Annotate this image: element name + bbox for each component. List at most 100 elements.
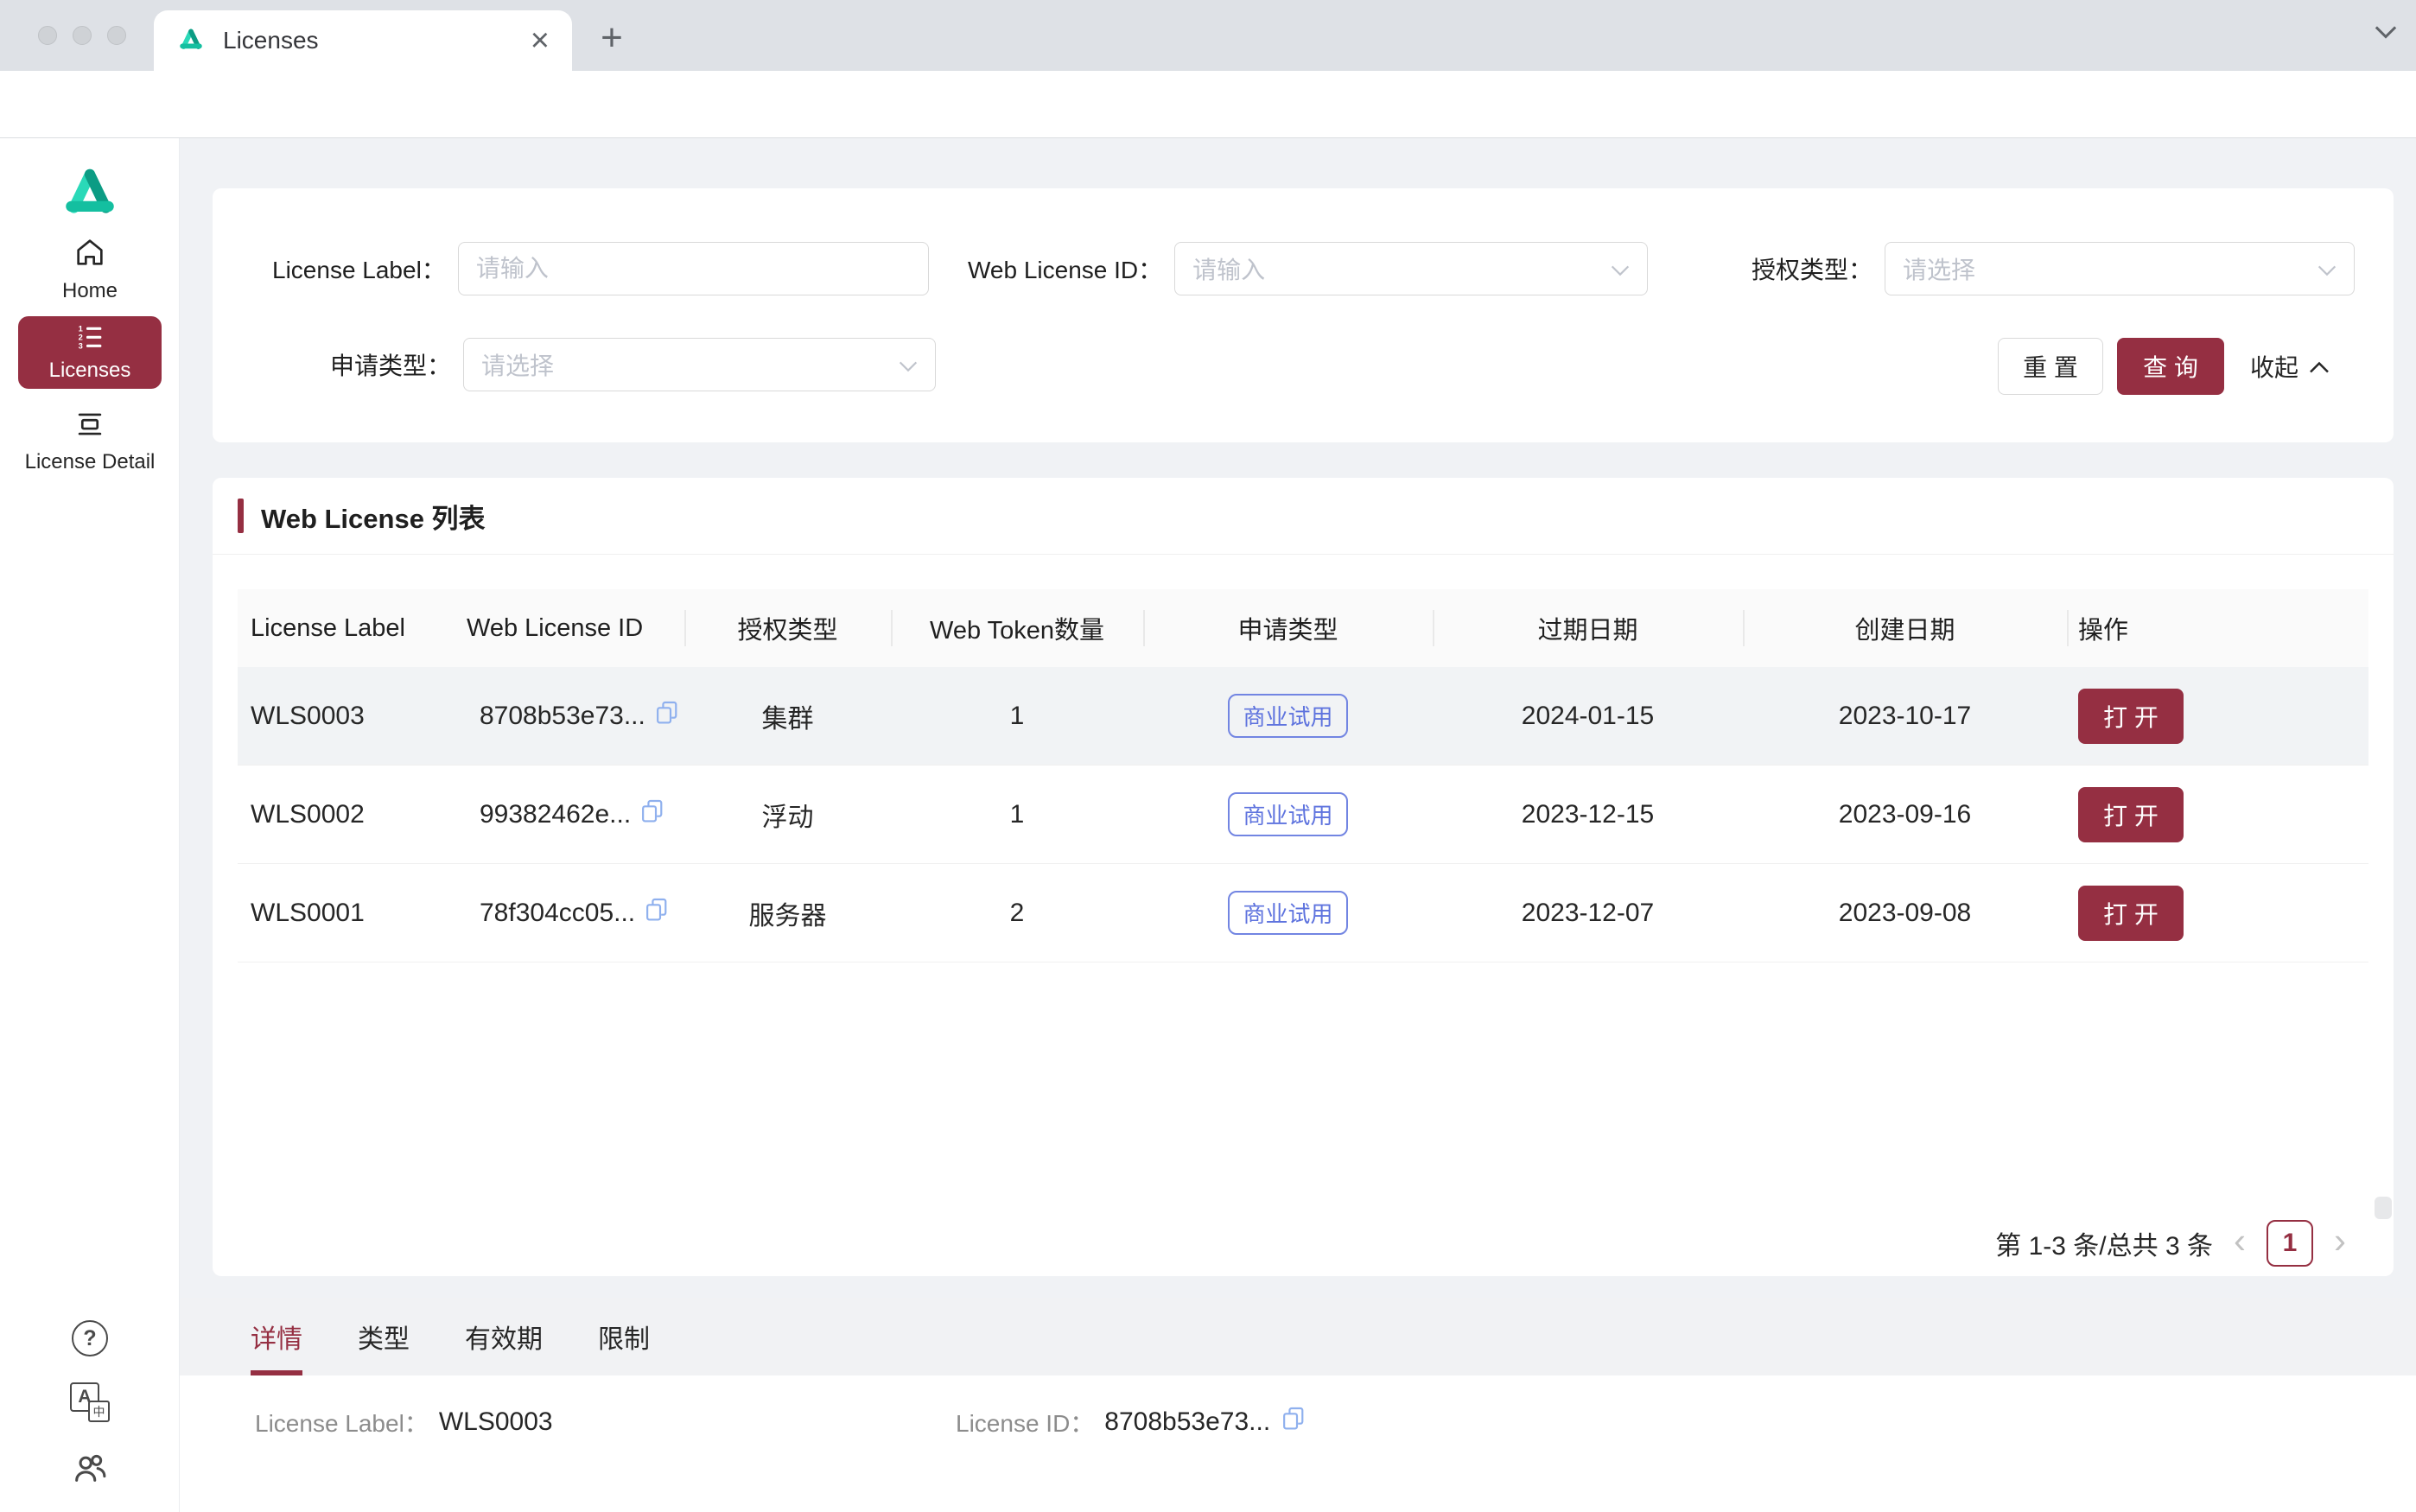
apply-type-select[interactable]: 请选择 (463, 338, 936, 391)
auth-type-field-label: 授权类型： (1752, 251, 1872, 286)
cell-license-label: WLS0002 (238, 800, 467, 829)
detail-license-label: License Label： WLS0003 (255, 1405, 553, 1439)
next-page-icon[interactable]: › (2334, 1223, 2346, 1264)
cell-apply-type: 商业试用 (1143, 891, 1433, 935)
cell-web-license-id: 78f304cc05... (467, 896, 684, 931)
col-token-count: Web Token数量 (891, 589, 1143, 667)
sidebar-item-license-detail[interactable]: License Detail (0, 408, 180, 474)
cell-expire-date: 2023-12-07 (1433, 899, 1743, 928)
ordered-list-icon: 123 (76, 322, 104, 354)
main-content: License Label： Web License ID： 请输入 授权类型：… (180, 138, 2416, 1512)
pagination-summary: 第 1-3 条/总共 3 条 (1995, 1224, 2213, 1262)
tab-detail[interactable]: 详情.d-tab.active::after{background:#952F4… (251, 1298, 302, 1375)
page-number-1[interactable]: 1 (2267, 1220, 2313, 1267)
auth-type-select[interactable]: 请选择 (1885, 242, 2355, 295)
cell-action: 打 开 (2067, 886, 2368, 941)
cell-action: 打 开 (2067, 787, 2368, 842)
translate-icon: A 中 (70, 1382, 110, 1422)
language-switch-button[interactable]: A 中 (0, 1382, 180, 1422)
license-list-card: Web License 列表 License Label Web License… (213, 478, 2394, 1276)
browser-toolbar: https://copt.shanshu.ai/license/licenseL… (0, 71, 2416, 138)
app-logo (0, 162, 180, 226)
copy-icon[interactable] (1281, 1405, 1307, 1439)
tab-overflow-chevron-icon[interactable] (2375, 24, 2397, 44)
license-table: License Label Web License ID 授权类型 Web To… (238, 589, 2368, 962)
query-button[interactable]: 查 询 (2117, 338, 2224, 395)
table-row[interactable]: WLS0003 8708b53e73... 集群 1 商业试用 2024-01-… (238, 667, 2368, 766)
cell-license-label: WLS0001 (238, 899, 467, 928)
tab-close-icon[interactable]: × (531, 24, 550, 57)
cell-auth-type: 服务器 (684, 894, 891, 932)
browser-tab-licenses[interactable]: Licenses × (154, 10, 572, 71)
svg-text:1: 1 (79, 325, 83, 334)
card-title-row: Web License 列表 (213, 478, 2394, 555)
cell-apply-type: 商业试用 (1143, 792, 1433, 836)
cell-token-count: 2 (891, 899, 1143, 928)
window-minimize-button[interactable] (73, 26, 92, 45)
copy-icon[interactable] (654, 699, 680, 734)
sidebar-item-licenses-label: Licenses (49, 359, 131, 383)
favicon-logo-icon (176, 26, 206, 55)
table-scrollbar-thumb[interactable] (2375, 1197, 2392, 1219)
home-icon (73, 235, 107, 274)
cell-license-label: WLS0003 (238, 702, 467, 731)
cell-auth-type: 集群 (684, 697, 891, 735)
collapse-toggle[interactable]: 收起 (2250, 338, 2330, 395)
pagination: 第 1-3 条/总共 3 条 ‹ 1 › (1995, 1220, 2346, 1267)
detail-panel: License Label： WLS0003 License ID： 8708b… (180, 1375, 2416, 1512)
tab-validity[interactable]: 有效期 (465, 1298, 543, 1375)
license-label-input[interactable] (458, 242, 929, 295)
reset-button[interactable]: 重 置 (1998, 338, 2103, 395)
apply-type-badge: 商业试用 (1228, 792, 1347, 836)
cell-expire-date: 2024-01-15 (1433, 702, 1743, 731)
col-apply-type: 申请类型 (1143, 589, 1433, 667)
cell-create-date: 2023-09-16 (1743, 800, 2067, 829)
new-tab-button[interactable]: + (593, 19, 631, 57)
sidebar-item-home-label: Home (62, 279, 118, 303)
cell-web-license-id: 8708b53e73... (467, 699, 684, 734)
copy-icon[interactable] (639, 797, 665, 832)
apply-type-badge: 商业试用 (1228, 694, 1347, 738)
detail-panel-icon (73, 408, 106, 445)
window-zoom-button[interactable] (107, 26, 126, 45)
col-expire-date: 过期日期 (1433, 589, 1743, 667)
chevron-down-icon (2317, 255, 2337, 283)
filter-card: License Label： Web License ID： 请输入 授权类型：… (213, 188, 2394, 442)
copy-icon[interactable] (644, 896, 670, 931)
col-license-label: License Label (238, 589, 467, 667)
filter-apply-type: 申请类型： 请选择 (330, 338, 936, 391)
window-close-button[interactable] (38, 26, 57, 45)
question-mark-icon: ? (83, 1326, 96, 1351)
chevron-down-icon (899, 351, 918, 378)
web-license-id-field-label: Web License ID： (968, 251, 1162, 286)
detail-license-id: License ID： 8708b53e73... (956, 1405, 1307, 1439)
col-action: 操作 (2067, 589, 2368, 667)
prev-page-icon[interactable]: ‹ (2234, 1223, 2246, 1264)
table-row[interactable]: WLS0001 78f304cc05... 服务器 2 商业试用 2023-12… (238, 864, 2368, 962)
accounts-button[interactable] (0, 1448, 180, 1492)
web-license-id-select[interactable]: 请输入 (1174, 242, 1648, 295)
cell-token-count: 1 (891, 800, 1143, 829)
license-label-field-label: License Label： (272, 251, 446, 286)
filter-license-label: License Label： (272, 242, 929, 295)
sidebar-item-home[interactable]: Home (0, 235, 180, 303)
cell-expire-date: 2023-12-15 (1433, 800, 1743, 829)
filter-web-license-id: Web License ID： 请输入 (968, 242, 1648, 295)
tab-type[interactable]: 类型 (358, 1298, 410, 1375)
app-area: Home 123 Licenses License Detail ? (0, 138, 2416, 1512)
table-row[interactable]: WLS0002 99382462e... 浮动 1 商业试用 2023-12-1… (238, 766, 2368, 864)
open-button[interactable]: 打 开 (2078, 886, 2184, 941)
col-web-license-id: Web License ID (467, 589, 684, 667)
chevron-down-icon (1611, 255, 1630, 283)
open-button[interactable]: 打 开 (2078, 787, 2184, 842)
browser-tab-strip: Licenses × + (0, 0, 2416, 71)
sidebar-item-license-detail-label: License Detail (25, 450, 156, 474)
sidebar: Home 123 Licenses License Detail ? (0, 138, 180, 1512)
col-auth-type: 授权类型 (684, 589, 891, 667)
tab-limit[interactable]: 限制 (598, 1298, 650, 1375)
open-button[interactable]: 打 开 (2078, 689, 2184, 744)
cell-token-count: 1 (891, 702, 1143, 731)
team-icon (70, 1448, 110, 1492)
help-button[interactable]: ? (0, 1320, 180, 1356)
sidebar-item-licenses[interactable]: 123 Licenses (18, 316, 162, 389)
